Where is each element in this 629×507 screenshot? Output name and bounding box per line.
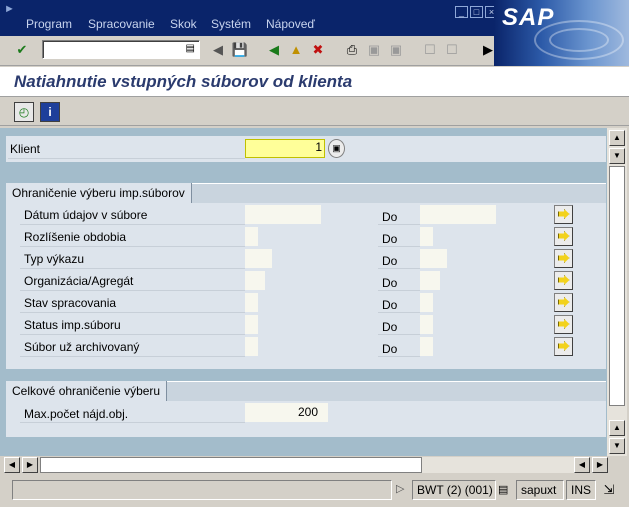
multiple-selection-arrow-icon[interactable] xyxy=(554,227,573,246)
expand-status-icon[interactable]: ▷ xyxy=(396,482,404,495)
row-label-stav: Stav spracovania xyxy=(24,296,117,310)
rozlisenie-from-input[interactable] xyxy=(245,227,258,246)
row-to-label: Do xyxy=(382,342,398,356)
row-label-rozlisenie: Rozlíšenie obdobia xyxy=(24,230,127,244)
multiple-selection-icon[interactable]: ▣ xyxy=(328,139,345,158)
system-info: BWT (2) (001) xyxy=(412,480,496,500)
create-session-icon[interactable]: ☐ xyxy=(420,40,440,60)
scroll-right-icon[interactable]: ▶ xyxy=(22,457,38,473)
row-to-label: Do xyxy=(382,320,398,334)
menu-spracovanie[interactable]: Spracovanie xyxy=(88,17,155,31)
system-toolbar: ✔ ▤ ◀ 💾 ◀ ▲ ✖ ⎙ ▣ ▣ ☐ ☐ ▶ xyxy=(0,36,494,66)
system-info-list-icon[interactable]: ▤ xyxy=(498,483,512,497)
info-icon[interactable]: i xyxy=(40,102,60,122)
scroll-right-icon[interactable]: ▶ xyxy=(592,457,608,473)
multiple-selection-arrow-icon[interactable] xyxy=(554,293,573,312)
multiple-selection-arrow-icon[interactable] xyxy=(554,315,573,334)
page-title: Natiahnutie vstupných súborov od klienta xyxy=(14,72,353,91)
execute-icon[interactable]: ◴ xyxy=(14,102,34,122)
exit-icon[interactable]: ▲ xyxy=(286,40,306,60)
row-label-organizacia: Organizácia/Agregát xyxy=(24,274,134,288)
menu-napoved[interactable]: Nápoveď xyxy=(266,17,315,31)
subor-to-input[interactable] xyxy=(420,337,433,356)
row-label-datum: Dátum údajov v súbore xyxy=(24,208,148,222)
minimize-icon[interactable]: _ xyxy=(455,6,468,18)
find-next-icon[interactable]: ▣ xyxy=(386,40,406,60)
row-to-label: Do xyxy=(382,232,398,246)
max-hits-input[interactable]: 200 xyxy=(245,403,328,422)
status-from-input[interactable] xyxy=(245,315,258,334)
resize-grip-icon[interactable]: ⇲ xyxy=(598,480,620,500)
print-icon[interactable]: ⎙ xyxy=(342,40,362,60)
shortcut-icon[interactable]: ☐ xyxy=(442,40,462,60)
scroll-down-icon[interactable]: ▼ xyxy=(609,438,625,454)
scroll-left-icon[interactable]: ◀ xyxy=(4,457,20,473)
back-icon[interactable]: ◀ xyxy=(264,40,284,60)
row-to-label: Do xyxy=(382,276,398,290)
title-bar: Natiahnutie vstupných súborov od klienta xyxy=(0,67,629,97)
row-to-label: Do xyxy=(382,254,398,268)
stav-to-input[interactable] xyxy=(420,293,433,312)
cancel-icon[interactable]: ✖ xyxy=(308,40,328,60)
application-toolbar: ◴ i xyxy=(0,98,629,126)
save-icon[interactable]: 💾 xyxy=(230,40,250,60)
window-menu-icon[interactable]: ► xyxy=(4,3,22,17)
multiple-selection-arrow-icon[interactable] xyxy=(554,337,573,356)
scroll-down-icon[interactable]: ▼ xyxy=(609,148,625,164)
datum-to-input[interactable] xyxy=(420,205,496,224)
command-field[interactable]: ▤ xyxy=(42,40,200,59)
organizacia-from-input[interactable] xyxy=(245,271,265,290)
scroll-left-icon[interactable]: ◀ xyxy=(574,457,590,473)
scroll-up-icon[interactable]: ▲ xyxy=(609,420,625,436)
typ-to-input[interactable] xyxy=(420,249,447,268)
vertical-scrollbar[interactable]: ▲ ▼ ▲ ▼ xyxy=(607,128,627,456)
maximize-icon[interactable]: □ xyxy=(470,6,483,18)
rozlisenie-to-input[interactable] xyxy=(420,227,433,246)
client-label: Klient xyxy=(10,142,41,156)
status-bar: ▷ BWT (2) (001) ▤ sapuxt INS ⇲ xyxy=(0,476,629,507)
subor-from-input[interactable] xyxy=(245,337,258,356)
server-name: sapuxt xyxy=(516,480,564,500)
group-selection-title: Ohraničenie výberu imp.súborov xyxy=(6,183,192,203)
horizontal-scrollbar[interactable]: ◀ ▶ ◀ ▶ xyxy=(0,456,629,474)
row-to-label: Do xyxy=(382,210,398,224)
multiple-selection-arrow-icon[interactable] xyxy=(554,271,573,290)
status-to-input[interactable] xyxy=(420,315,433,334)
multiple-selection-arrow-icon[interactable] xyxy=(554,249,573,268)
datum-from-input[interactable] xyxy=(245,205,321,224)
row-label-subor: Súbor už archivovaný xyxy=(24,340,140,354)
scroll-up-icon[interactable]: ▲ xyxy=(609,130,625,146)
enter-icon[interactable]: ✔ xyxy=(12,40,32,60)
insert-mode[interactable]: INS xyxy=(566,480,596,500)
hscroll-thumb[interactable] xyxy=(40,457,422,473)
client-input[interactable]: 1 xyxy=(245,139,325,158)
menu-program[interactable]: Program xyxy=(26,17,72,31)
stav-from-input[interactable] xyxy=(245,293,258,312)
help-icon[interactable]: ▶ xyxy=(478,40,498,60)
menu-skok[interactable]: Skok xyxy=(170,17,197,31)
sap-logo: SAP xyxy=(494,0,629,66)
organizacia-to-input[interactable] xyxy=(420,271,440,290)
multiple-selection-arrow-icon[interactable] xyxy=(554,205,573,224)
scroll-thumb[interactable] xyxy=(609,166,625,406)
menu-system[interactable]: Systém xyxy=(211,17,251,31)
message-area xyxy=(12,480,392,500)
typ-from-input[interactable] xyxy=(245,249,272,268)
back-small-icon[interactable]: ◀ xyxy=(208,40,228,60)
row-label-status: Status imp.súboru xyxy=(24,318,121,332)
max-hits-label: Max.počet nájd.obj. xyxy=(24,407,129,421)
find-icon[interactable]: ▣ xyxy=(364,40,384,60)
selection-screen: Klient 1 ▣ Ohraničenie výberu imp.súboro… xyxy=(0,128,607,456)
group-total-title: Celkové ohraničenie výberu xyxy=(6,381,168,401)
history-icon[interactable]: ▤ xyxy=(186,43,195,54)
row-to-label: Do xyxy=(382,298,398,312)
row-label-typ: Typ výkazu xyxy=(24,252,85,266)
